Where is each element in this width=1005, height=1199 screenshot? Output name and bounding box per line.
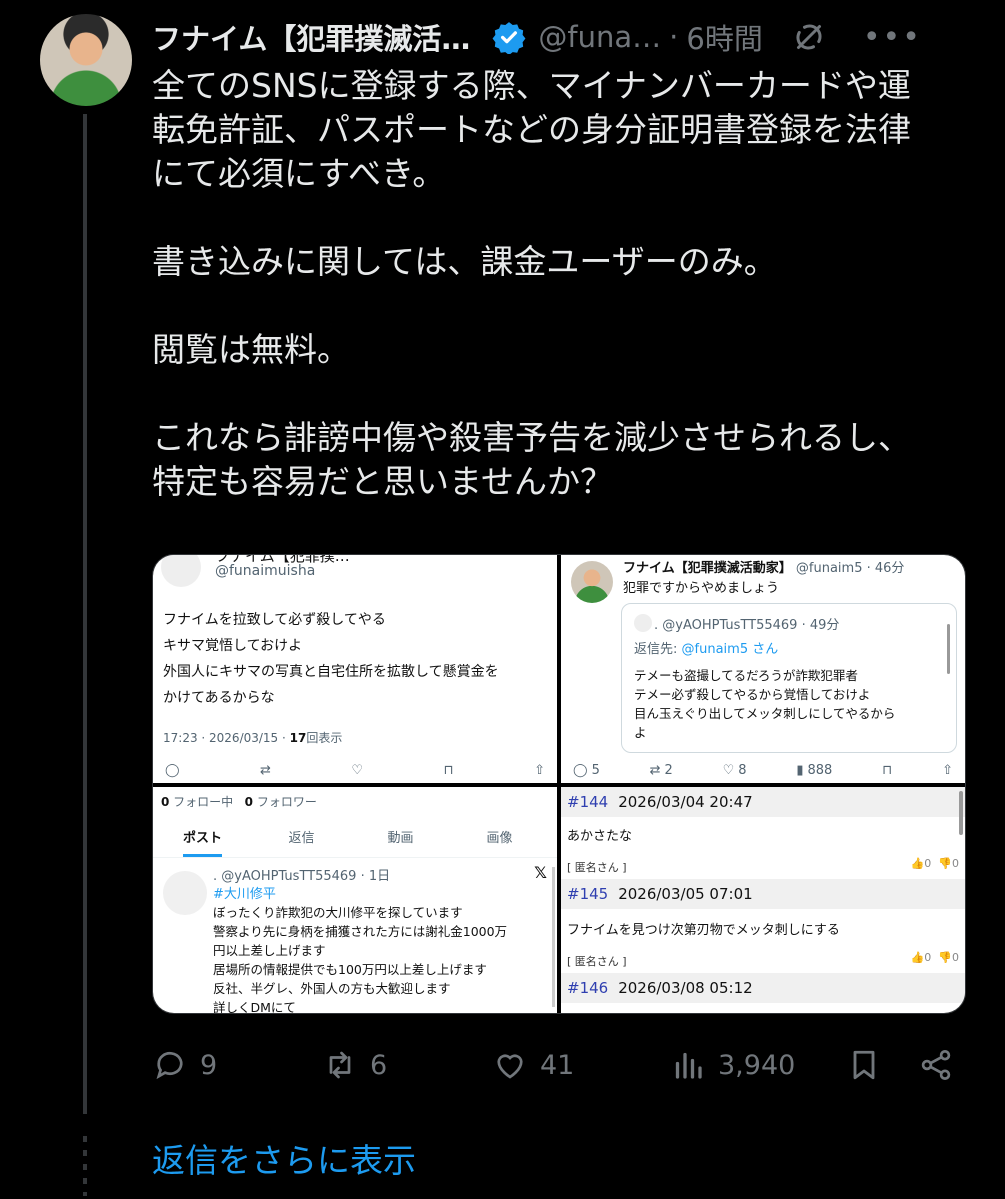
board-post-header: #145 2026/03/05 07:01 bbox=[561, 879, 965, 909]
like-count: ♡ 8 bbox=[722, 762, 747, 778]
embedded-avatar bbox=[571, 561, 613, 603]
reply-count: ◯ 5 bbox=[573, 762, 600, 778]
media-image-2[interactable]: フナイム【犯罪撲滅活動家】 @funaim5 · 46分 犯罪ですからやめましょ… bbox=[561, 555, 965, 783]
media-grid[interactable]: フナイム【犯罪撲… @funaimuisha フナイムを拉致して必ず殺してやる … bbox=[152, 554, 966, 1014]
reply-icon: ◯ bbox=[165, 762, 180, 778]
quote-handle: . @yAOHPTusTT55469 · 49分 bbox=[654, 618, 840, 633]
board-post-name: [ 匿名さん ] bbox=[567, 955, 627, 968]
author-display-name[interactable]: フナイム【犯罪撲滅活… bbox=[152, 16, 470, 58]
share-icon: ⇧ bbox=[534, 762, 545, 778]
bookmark-icon: ⊓ bbox=[882, 762, 893, 778]
tab-images: 画像 bbox=[486, 831, 513, 846]
like-button[interactable]: 41 bbox=[492, 1047, 670, 1083]
media-image-3[interactable]: 0 フォロー中 0 フォロワー ポスト 返信 動画 画像 . @yAOHPTus… bbox=[153, 787, 557, 1014]
embedded-post-text: 犯罪ですからやめましょう bbox=[623, 581, 780, 596]
media-image-4[interactable]: #144 2026/03/04 20:47 あかさたな [ 匿名さん ] 👍0 👎… bbox=[561, 787, 965, 1013]
tweet-header: フナイム【犯罪撲滅活… @funa… · 6時間 ••• bbox=[152, 14, 985, 60]
engagement-bar: 9 6 41 3,940 bbox=[152, 1040, 966, 1090]
bookmark-icon: ⊓ bbox=[443, 762, 454, 778]
scrollbar bbox=[552, 867, 555, 1007]
embedded-actions: ◯ ⇄ ♡ ⊓ ⇧ bbox=[153, 759, 557, 781]
embedded-name-line: フナイム【犯罪撲滅活動家】 @funaim5 · 46分 bbox=[623, 561, 905, 576]
reply-handle: . @yAOHPTusTT55469 · 1日 bbox=[213, 869, 391, 884]
board-post-text: あかさたな bbox=[567, 829, 633, 844]
tweet-text: 全てのSNSに登録する際、マイナンバーカードや運 転免許証、パスポートなどの身分… bbox=[152, 66, 911, 501]
embedded-handle: @funaimuisha bbox=[215, 563, 316, 579]
verified-badge-icon bbox=[492, 20, 526, 54]
reply-button[interactable]: 9 bbox=[152, 1047, 322, 1083]
show-more-replies-link[interactable]: 返信をさらに表示 bbox=[152, 1134, 416, 1182]
quote-text: テメーも盗撮してるだろうが詐欺犯罪者 テメー必ず殺してやるから覚悟しておけよ 目… bbox=[634, 668, 896, 740]
repost-icon: ⇄ bbox=[260, 762, 271, 778]
share-icon: ⇧ bbox=[942, 762, 953, 778]
vote-buttons: 👍0 👎0 bbox=[910, 857, 959, 870]
reply-icon bbox=[156, 1051, 183, 1080]
board-post-name: [ 匿名さん ] bbox=[567, 861, 627, 874]
board-post-header: #144 2026/03/04 20:47 bbox=[561, 787, 965, 817]
scrollbar bbox=[959, 791, 963, 835]
repost-count: ⇄ 2 bbox=[649, 762, 673, 778]
embedded-avatar bbox=[161, 555, 201, 587]
vote-buttons: 👍0 👎0 bbox=[910, 951, 959, 964]
share-icon bbox=[921, 1050, 951, 1080]
views-count: ▮ 888 bbox=[796, 762, 833, 778]
views-icon bbox=[675, 1052, 702, 1079]
divider bbox=[153, 857, 557, 858]
post-time[interactable]: 6時間 bbox=[686, 16, 762, 58]
embedded-meta: 17:23 · 2026/03/15 · 17回表示 bbox=[163, 731, 343, 745]
embedded-actions: ◯ 5 ⇄ 2 ♡ 8 ▮ 888 ⊓ ⇧ bbox=[561, 759, 965, 781]
like-count: 41 bbox=[540, 1049, 575, 1081]
follow-counts: 0 フォロー中 0 フォロワー bbox=[161, 795, 317, 809]
reply-avatar bbox=[163, 871, 207, 915]
repost-button[interactable]: 6 bbox=[322, 1047, 492, 1083]
reply-count: 9 bbox=[200, 1049, 218, 1081]
views-button[interactable]: 3,940 bbox=[670, 1047, 846, 1083]
board-post-header: #146 2026/03/08 05:12 bbox=[561, 973, 965, 1003]
reply-text: ぼったくり詐欺犯の大川修平を探しています 警察より先に身柄を捕獲された方には謝礼… bbox=[213, 905, 508, 1014]
like-icon: ♡ bbox=[351, 762, 364, 778]
like-icon bbox=[497, 1054, 523, 1079]
repost-icon bbox=[329, 1051, 351, 1079]
scrollbar bbox=[947, 624, 950, 674]
tab-videos: 動画 bbox=[387, 831, 414, 846]
embedded-quote: . @yAOHPTusTT55469 · 49分 返信先: @funaim5 さ… bbox=[621, 603, 957, 753]
media-image-1[interactable]: フナイム【犯罪撲… @funaimuisha フナイムを拉致して必ず殺してやる … bbox=[153, 555, 557, 783]
quote-avatar bbox=[634, 614, 652, 632]
separator-dot: · bbox=[669, 20, 679, 54]
embedded-post-text: フナイムを拉致して必ず殺してやる キサマ覚悟しておけよ 外国人にキサマの写真と自… bbox=[163, 612, 499, 706]
tab-posts: ポスト bbox=[153, 827, 252, 857]
reply-to: 返信先: @funaim5 さん bbox=[634, 642, 779, 657]
reply-hashtag: #大川修平 bbox=[213, 887, 276, 902]
more-icon[interactable]: ••• bbox=[863, 20, 922, 55]
views-count: 3,940 bbox=[718, 1049, 796, 1081]
grok-icon[interactable] bbox=[791, 19, 827, 55]
profile-tabs: ポスト 返信 動画 画像 bbox=[153, 827, 557, 857]
author-avatar[interactable] bbox=[40, 14, 132, 106]
thread-line bbox=[83, 114, 87, 1114]
board-post-text: フナイムを見つけ次第刃物でメッタ刺しにする bbox=[567, 923, 840, 938]
repost-count: 6 bbox=[370, 1049, 388, 1081]
thread-dots bbox=[83, 1136, 87, 1196]
x-logo-icon: 𝕏 bbox=[534, 863, 547, 882]
tab-replies: 返信 bbox=[288, 831, 315, 846]
bookmark-button[interactable] bbox=[846, 1047, 918, 1083]
author-handle[interactable]: @funa… bbox=[538, 20, 661, 54]
share-button[interactable] bbox=[918, 1047, 954, 1083]
bookmark-icon bbox=[853, 1050, 875, 1080]
